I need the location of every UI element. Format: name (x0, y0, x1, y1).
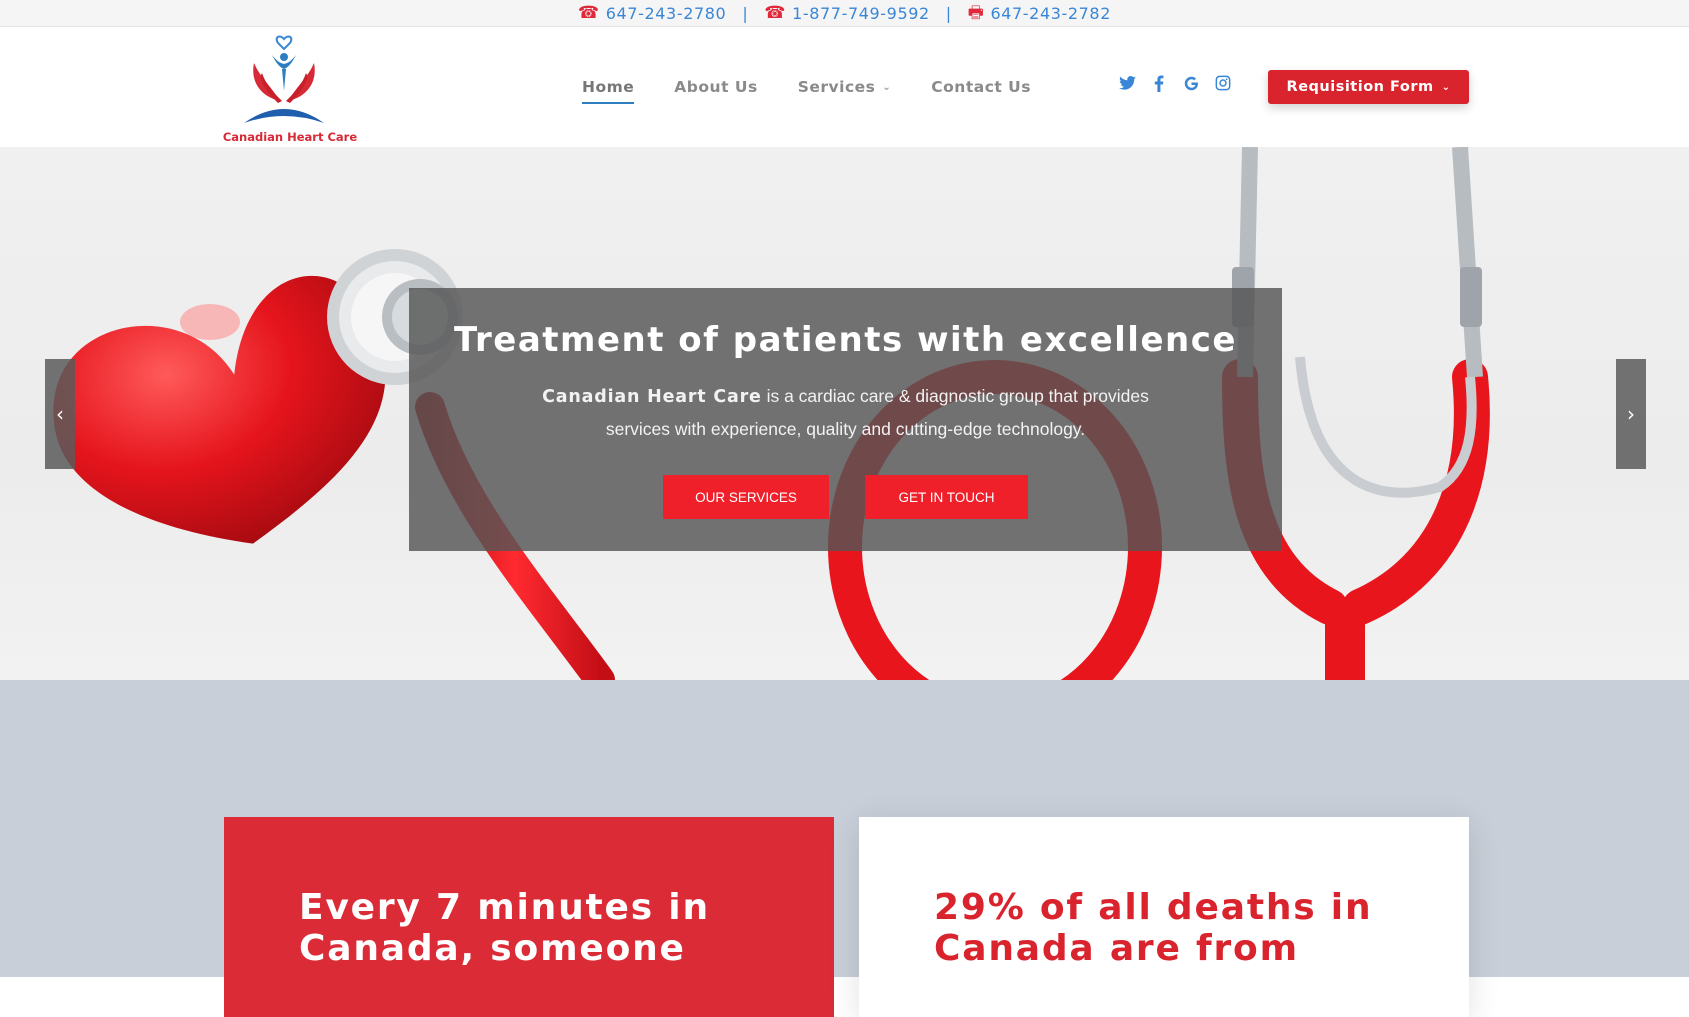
slider-next-button[interactable]: › (1616, 359, 1646, 469)
phone-number-2[interactable]: 1-877-749-9592 (792, 4, 930, 23)
chevron-down-icon: ⌄ (882, 81, 892, 93)
requisition-form-label: Requisition Form (1286, 79, 1434, 95)
phone-number-1[interactable]: 647-243-2780 (606, 4, 727, 23)
main-nav: Home About Us Services ⌄ Contact Us (582, 27, 1071, 147)
stat-card-text: 29% of all deaths in Canada are from (934, 887, 1373, 969)
logo-mark-icon (244, 35, 324, 123)
phone-item-2[interactable]: ☎ 1-877-749-9592 (764, 4, 929, 23)
chevron-left-icon: ‹ (56, 402, 64, 426)
nav-contact-label: Contact Us (931, 78, 1031, 96)
hero-description: Canadian Heart Care is a cardiac care & … (526, 380, 1166, 445)
slider-prev-button[interactable]: ‹ (45, 359, 75, 469)
phone-icon: ☎ (764, 2, 787, 23)
our-services-button[interactable]: OUR SERVICES (663, 475, 829, 519)
stats-section: Every 7 minutes in Canada, someone 29% o… (0, 680, 1689, 1017)
stat-card-text: Every 7 minutes in Canada, someone (299, 887, 710, 969)
fax-icon: 🖶 (967, 2, 985, 23)
hero-slider: ‹ › Treatment of patients with excellenc… (0, 147, 1689, 680)
nav-contact[interactable]: Contact Us (931, 78, 1031, 96)
requisition-form-button[interactable]: Requisition Form ⌄ (1268, 70, 1469, 104)
hero-caption: Treatment of patients with excellence Ca… (409, 288, 1282, 551)
facebook-icon[interactable] (1150, 74, 1168, 92)
nav-home-label: Home (582, 78, 635, 96)
stat-card-deaths: 29% of all deaths in Canada are from (859, 817, 1469, 1017)
separator: | (945, 3, 952, 23)
get-in-touch-button[interactable]: GET IN TOUCH (865, 475, 1028, 519)
instagram-icon[interactable] (1214, 74, 1232, 92)
site-header: Canadian Heart Care Home About Us Servic… (0, 27, 1689, 147)
nav-services-label: Services (797, 78, 876, 96)
twitter-icon[interactable] (1118, 74, 1136, 92)
stat-card-stroke: Every 7 minutes in Canada, someone (224, 817, 834, 1017)
nav-home[interactable]: Home (582, 78, 635, 104)
chevron-down-icon: ⌄ (1441, 81, 1451, 93)
hero-buttons: OUR SERVICES GET IN TOUCH (409, 475, 1282, 519)
hero-title: Treatment of patients with excellence (454, 320, 1237, 360)
nav-services[interactable]: Services ⌄ (798, 78, 892, 96)
phone-icon: ☎ (577, 2, 600, 23)
contact-topbar: ☎ 647-243-2780 | ☎ 1-877-749-9592 | 🖶 64… (0, 0, 1689, 27)
nav-about[interactable]: About Us (674, 78, 757, 96)
logo[interactable]: Canadian Heart Care (222, 33, 358, 145)
logo-text: Canadian Heart Care (222, 130, 358, 144)
chevron-right-icon: › (1627, 402, 1635, 426)
separator: | (742, 3, 749, 23)
fax-item[interactable]: 🖶 647-243-2782 (968, 4, 1111, 23)
phone-item-1[interactable]: ☎ 647-243-2780 (578, 4, 726, 23)
fax-number[interactable]: 647-243-2782 (990, 4, 1111, 23)
hero-brand: Canadian Heart Care (542, 387, 762, 407)
nav-about-label: About Us (674, 78, 758, 96)
social-links (1118, 74, 1232, 92)
google-icon[interactable] (1182, 74, 1200, 92)
